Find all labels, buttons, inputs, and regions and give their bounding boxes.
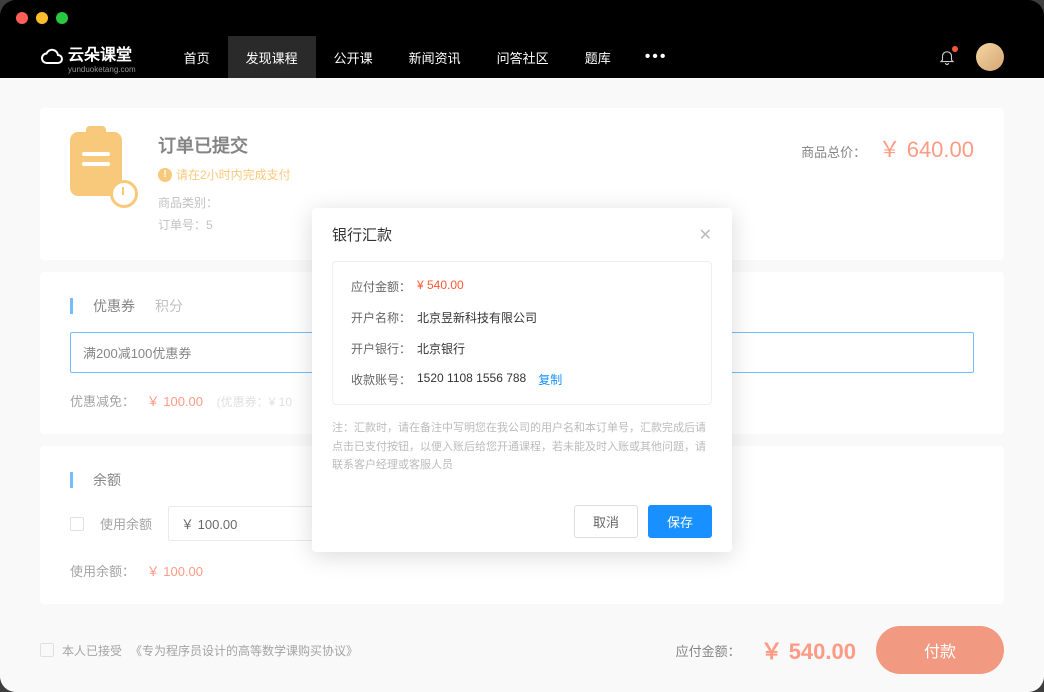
bank-name: 北京银行 [417,340,465,357]
nav-news[interactable]: 新闻资讯 [391,36,479,78]
notification-dot [952,46,958,52]
nav-home[interactable]: 首页 [166,36,228,78]
account-number: 1520 1108 1556 788 [417,371,526,388]
nav-qa[interactable]: 问答社区 [479,36,567,78]
logo[interactable]: 云朵课堂 yunduoketang.com [40,41,136,74]
logo-subtitle: yunduoketang.com [68,65,136,74]
navbar: 云朵课堂 yunduoketang.com 首页 发现课程 公开课 新闻资讯 问… [0,36,1044,78]
bank-transfer-modal: 银行汇款 ✕ 应付金额： ¥ 540.00 开户名称： 北京昱新科技有限公司 [312,208,732,552]
nav-items: 首页 发现课程 公开课 新闻资讯 问答社区 题库 ••• [166,36,684,78]
notification-bell-icon[interactable] [938,48,956,66]
nav-bank[interactable]: 题库 [567,36,629,78]
copy-link[interactable]: 复制 [538,371,562,388]
nav-public[interactable]: 公开课 [316,36,391,78]
window-close[interactable] [16,12,28,24]
cancel-button[interactable]: 取消 [574,505,638,538]
window-titlebar [0,0,1044,36]
bank-info-box: 应付金额： ¥ 540.00 开户名称： 北京昱新科技有限公司 开户银行： 北京… [332,261,712,405]
modal-note: 注：汇款时，请在备注中写明您在我公司的用户名和本订单号，汇款完成后请点击已支付按… [332,419,712,475]
save-button[interactable]: 保存 [648,505,712,538]
nav-discover[interactable]: 发现课程 [228,36,316,78]
modal-amount: ¥ 540.00 [417,278,464,295]
logo-text: 云朵课堂 [68,47,132,64]
window-maximize[interactable] [56,12,68,24]
user-avatar[interactable] [976,43,1004,71]
window-minimize[interactable] [36,12,48,24]
account-name: 北京昱新科技有限公司 [417,309,537,326]
modal-title: 银行汇款 [332,224,392,245]
close-icon[interactable]: ✕ [699,225,712,245]
cloud-logo-icon [40,45,64,69]
nav-more[interactable]: ••• [629,48,684,66]
modal-overlay[interactable]: 银行汇款 ✕ 应付金额： ¥ 540.00 开户名称： 北京昱新科技有限公司 [0,78,1044,692]
